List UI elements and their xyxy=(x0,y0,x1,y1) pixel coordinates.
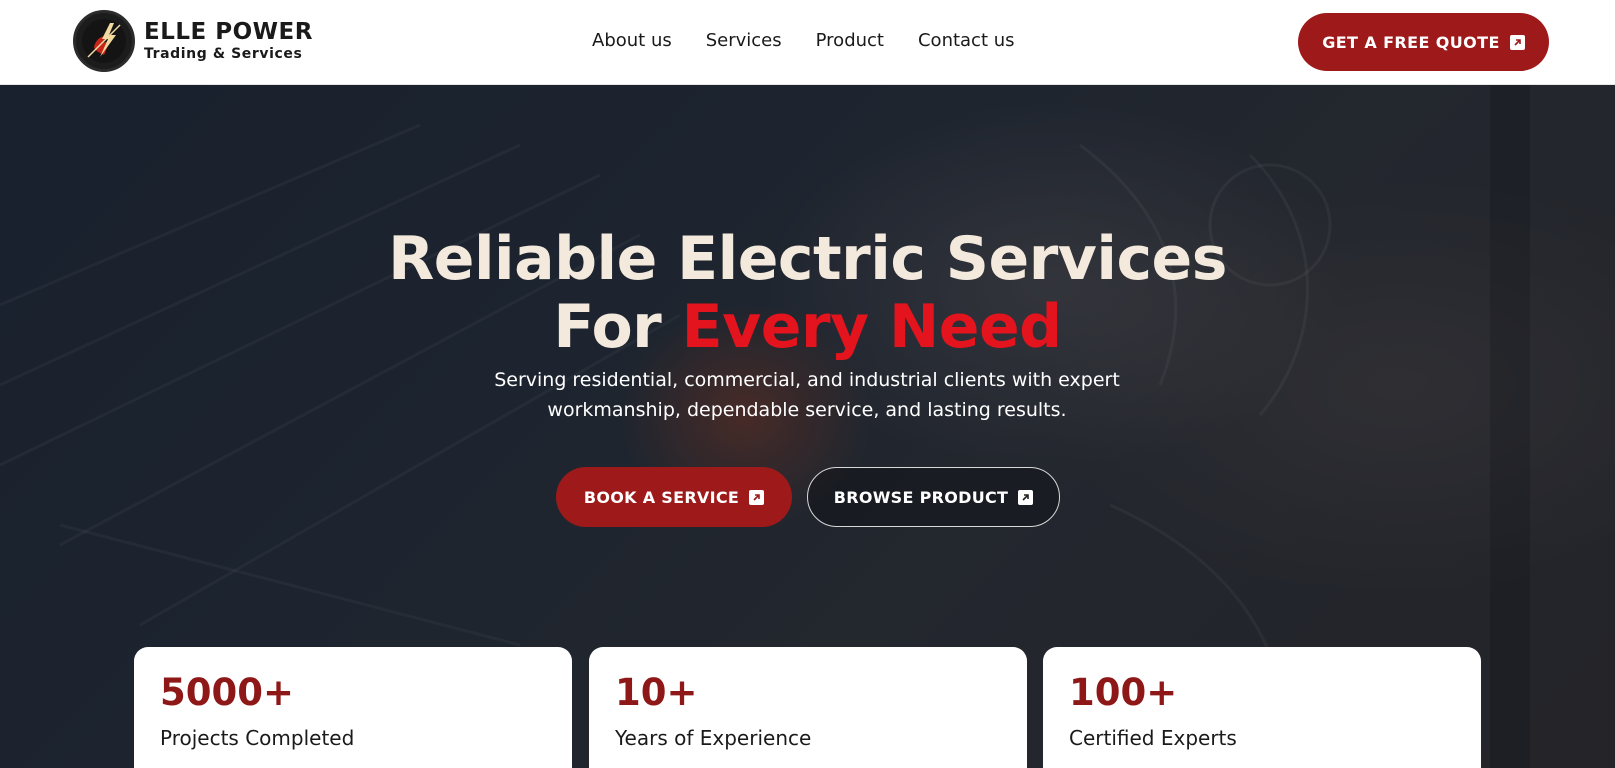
brand-logo[interactable]: ELLE POWER Trading & Services xyxy=(73,10,313,72)
site-header: ELLE POWER Trading & Services About us S… xyxy=(0,0,1615,85)
book-service-button[interactable]: BOOK A SERVICE xyxy=(556,467,792,527)
brand-title: ELLE POWER xyxy=(144,19,313,45)
nav-item-product[interactable]: Product xyxy=(816,30,884,51)
book-service-label: BOOK A SERVICE xyxy=(583,487,740,507)
stat-label: Years of Experience xyxy=(615,726,812,750)
get-free-quote-label: GET A FREE QUOTE xyxy=(1322,32,1500,52)
stat-label: Certified Experts xyxy=(1069,726,1237,750)
stat-value: 10+ xyxy=(615,671,698,714)
hero-title: Reliable Electric Services For Every Nee… xyxy=(0,225,1615,361)
stat-card-experience: 10+ Years of Experience xyxy=(589,647,1027,768)
external-link-icon xyxy=(1509,34,1525,50)
stat-value: 5000+ xyxy=(160,671,294,714)
nav-item-about-us[interactable]: About us xyxy=(592,30,672,51)
external-link-icon xyxy=(1018,489,1034,505)
stat-card-experts: 100+ Certified Experts xyxy=(1043,647,1481,768)
nav-item-contact-us[interactable]: Contact us xyxy=(918,30,1015,51)
nav-item-services[interactable]: Services xyxy=(706,30,782,51)
hero-title-line1: Reliable Electric Services xyxy=(388,224,1227,294)
brand-subtitle: Trading & Services xyxy=(144,46,303,62)
stat-value: 100+ xyxy=(1069,671,1178,714)
hero-title-line2-prefix: For xyxy=(553,292,682,362)
get-free-quote-button[interactable]: GET A FREE QUOTE xyxy=(1298,13,1549,71)
browse-product-label: BROWSE PRODUCT xyxy=(833,487,1009,507)
browse-product-button[interactable]: BROWSE PRODUCT xyxy=(807,467,1060,527)
main-nav: About us Services Product Contact us xyxy=(592,30,1015,51)
hero-title-accent: Every Need xyxy=(681,292,1062,362)
stat-label: Projects Completed xyxy=(160,726,355,750)
hero-subtitle: Serving residential, commercial, and ind… xyxy=(494,369,1120,421)
external-link-icon xyxy=(749,489,765,505)
stat-card-projects: 5000+ Projects Completed xyxy=(134,647,572,768)
lightning-logo-icon xyxy=(73,10,135,72)
